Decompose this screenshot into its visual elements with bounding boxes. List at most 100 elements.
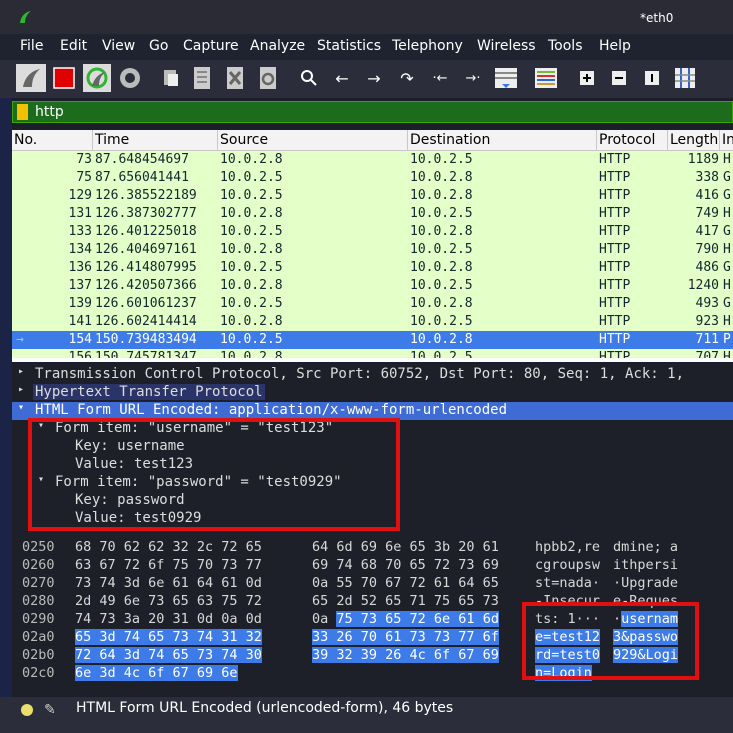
packet-length: 416	[695, 188, 719, 203]
column-separator[interactable]	[667, 130, 668, 150]
bytes-row[interactable]: 0250 68 70 62 62 32 2c 72 65 64 6d 69 6e 6…	[12, 539, 733, 557]
packet-source: 10.0.2.5	[220, 170, 283, 185]
packet-list: No. Time Source Destination Protocol Len…	[12, 130, 733, 362]
bytes-offset: 0270	[22, 575, 55, 591]
packet-no: 73	[76, 152, 92, 167]
collapsed-arrow-icon[interactable]: ▸	[18, 384, 24, 395]
bytes-hex-unselected: 0a	[312, 611, 337, 627]
go-back-button[interactable]: ←	[328, 64, 356, 92]
menu-file[interactable]: File	[20, 38, 43, 54]
menu-telephony[interactable]: Telephony	[392, 38, 463, 54]
reload-file-button[interactable]	[254, 64, 282, 92]
restart-fin-icon	[86, 67, 108, 89]
menu-wireless[interactable]: Wireless	[477, 38, 536, 54]
packet-info: G	[723, 296, 731, 311]
packet-row[interactable]: 141 126.602414414 10.0.2.8 10.0.2.5 HTTP 923 H	[12, 313, 733, 331]
packet-row[interactable]: 75 87.656041441 10.0.2.5 10.0.2.8 HTTP 338 G	[12, 169, 733, 187]
packet-row[interactable]: 134 126.404697161 10.0.2.8 10.0.2.5 HTTP 790 H	[12, 241, 733, 259]
last-packet-button[interactable]: →·	[459, 64, 487, 92]
menu-analyze[interactable]: Analyze	[250, 38, 305, 54]
last-packet-icon: →·	[465, 70, 481, 86]
column-protocol[interactable]: Protocol	[599, 132, 655, 148]
start-capture-button[interactable]	[16, 64, 46, 92]
column-destination[interactable]: Destination	[410, 132, 490, 148]
menu-help[interactable]: Help	[599, 38, 631, 54]
column-info[interactable]: Info	[722, 132, 733, 148]
packet-row[interactable]: 136 126.414807995 10.0.2.5 10.0.2.8 HTTP 486 G	[12, 259, 733, 277]
menu-edit[interactable]: Edit	[60, 38, 87, 54]
packet-protocol: HTTP	[599, 260, 631, 275]
column-time[interactable]: Time	[95, 132, 129, 148]
bytes-hex-group: 74 73 3a 20 31 0d 0a 0d	[75, 611, 262, 627]
autoscroll-button[interactable]	[492, 64, 520, 92]
close-file-button[interactable]	[221, 64, 249, 92]
detail-text: Hypertext Transfer Protocol	[33, 384, 265, 400]
collapsed-arrow-icon[interactable]: ▸	[18, 366, 24, 377]
menu-statistics[interactable]: Statistics	[317, 38, 381, 54]
save-file-button[interactable]	[188, 64, 216, 92]
packet-row[interactable]: 129 126.385522189 10.0.2.5 10.0.2.8 HTTP 416 G	[12, 187, 733, 205]
packet-destination: 10.0.2.5	[410, 152, 473, 167]
restart-capture-button[interactable]	[83, 64, 111, 92]
normal-size-button[interactable]	[638, 64, 666, 92]
column-length[interactable]: Length	[670, 132, 718, 148]
expert-info-indicator-icon[interactable]	[21, 704, 33, 716]
packet-row[interactable]: 154 150.739483494 10.0.2.5 10.0.2.8 HTTP 711 P…	[12, 331, 733, 349]
packet-destination: 10.0.2.8	[410, 296, 473, 311]
stop-capture-button[interactable]	[50, 64, 78, 92]
first-packet-button[interactable]: ·←	[426, 64, 454, 92]
bytes-ascii-group: st=nada·	[535, 575, 601, 591]
edit-comment-icon[interactable]: ✎	[44, 702, 56, 718]
bytes-hex-group: 33 26 70 61 73 73 77 6f	[312, 629, 499, 645]
packet-row[interactable]: 137 126.420507366 10.0.2.8 10.0.2.5 HTTP 1240…	[12, 277, 733, 295]
main-toolbar: ← → ↷ ·← →·	[0, 60, 733, 98]
menu-view[interactable]: View	[102, 38, 135, 54]
capture-options-button[interactable]	[116, 64, 144, 92]
bookmark-icon[interactable]	[17, 104, 28, 120]
resize-columns-button[interactable]	[671, 64, 699, 92]
packet-info: G	[723, 170, 731, 185]
packet-row[interactable]: 133 126.401225018 10.0.2.5 10.0.2.8 HTTP 417 G	[12, 223, 733, 241]
column-separator[interactable]	[92, 130, 93, 150]
detail-text: HTML Form URL Encoded: application/x-www…	[35, 402, 508, 418]
bytes-hex-group: 68 70 62 62 32 2c 72 65	[75, 539, 262, 555]
menu-tools[interactable]: Tools	[548, 38, 583, 54]
go-to-packet-button[interactable]: ↷	[393, 64, 421, 92]
menu-go[interactable]: Go	[149, 38, 168, 54]
packet-source: 10.0.2.5	[220, 332, 283, 347]
expanded-arrow-icon[interactable]: ▾	[18, 402, 24, 413]
packet-length: 1189	[687, 152, 719, 167]
packet-source: 10.0.2.8	[220, 206, 283, 221]
display-filter-input[interactable]	[35, 102, 715, 122]
colorize-button[interactable]	[532, 64, 560, 92]
column-separator[interactable]	[719, 130, 720, 150]
packet-time: 126.401225018	[95, 224, 197, 239]
open-file-button[interactable]	[157, 64, 185, 92]
packet-no: 154	[68, 332, 92, 347]
bytes-row[interactable]: 0260 63 67 72 6f 75 70 73 77 69 74 68 70 6…	[12, 557, 733, 575]
bytes-offset: 0280	[22, 593, 55, 609]
menu-capture[interactable]: Capture	[183, 38, 239, 54]
bytes-hex-group: 72 64 3d 74 65 73 74 30	[75, 647, 262, 663]
bytes-hex-group: 39 32 39 26 4c 6f 67 69	[312, 647, 499, 663]
packet-row[interactable]: 73 87.648454697 10.0.2.8 10.0.2.5 HTTP 1189 H	[12, 151, 733, 169]
column-source[interactable]: Source	[220, 132, 268, 148]
packet-row[interactable]: 156 150.745781347 10.0.2.8 10.0.2.5 HTTP 707 H	[12, 349, 733, 358]
packet-info: P	[723, 332, 731, 347]
detail-row-tcp[interactable]: ▸ Transmission Control Protocol, Src Por…	[12, 366, 733, 384]
column-separator[interactable]	[596, 130, 597, 150]
detail-row-http[interactable]: ▸ Hypertext Transfer Protocol	[12, 384, 733, 402]
bytes-row[interactable]: 0270 73 74 3d 6e 61 64 61 0d 0a 55 70 67 7…	[12, 575, 733, 593]
packet-row[interactable]: 139 126.601061237 10.0.2.5 10.0.2.8 HTTP 493 G	[12, 295, 733, 313]
column-separator[interactable]	[217, 130, 218, 150]
packet-length: 707	[695, 350, 719, 358]
go-forward-button[interactable]: →	[360, 64, 388, 92]
column-no[interactable]: No.	[14, 132, 37, 148]
zoom-out-button[interactable]	[605, 64, 633, 92]
bytes-hex-group: 65 3d 74 65 73 74 31 32	[75, 629, 262, 645]
column-separator[interactable]	[407, 130, 408, 150]
find-packet-button[interactable]	[295, 64, 323, 92]
colorize-icon	[535, 68, 557, 88]
zoom-in-button[interactable]	[573, 64, 601, 92]
packet-row[interactable]: 131 126.387302777 10.0.2.8 10.0.2.5 HTTP 749 H	[12, 205, 733, 223]
